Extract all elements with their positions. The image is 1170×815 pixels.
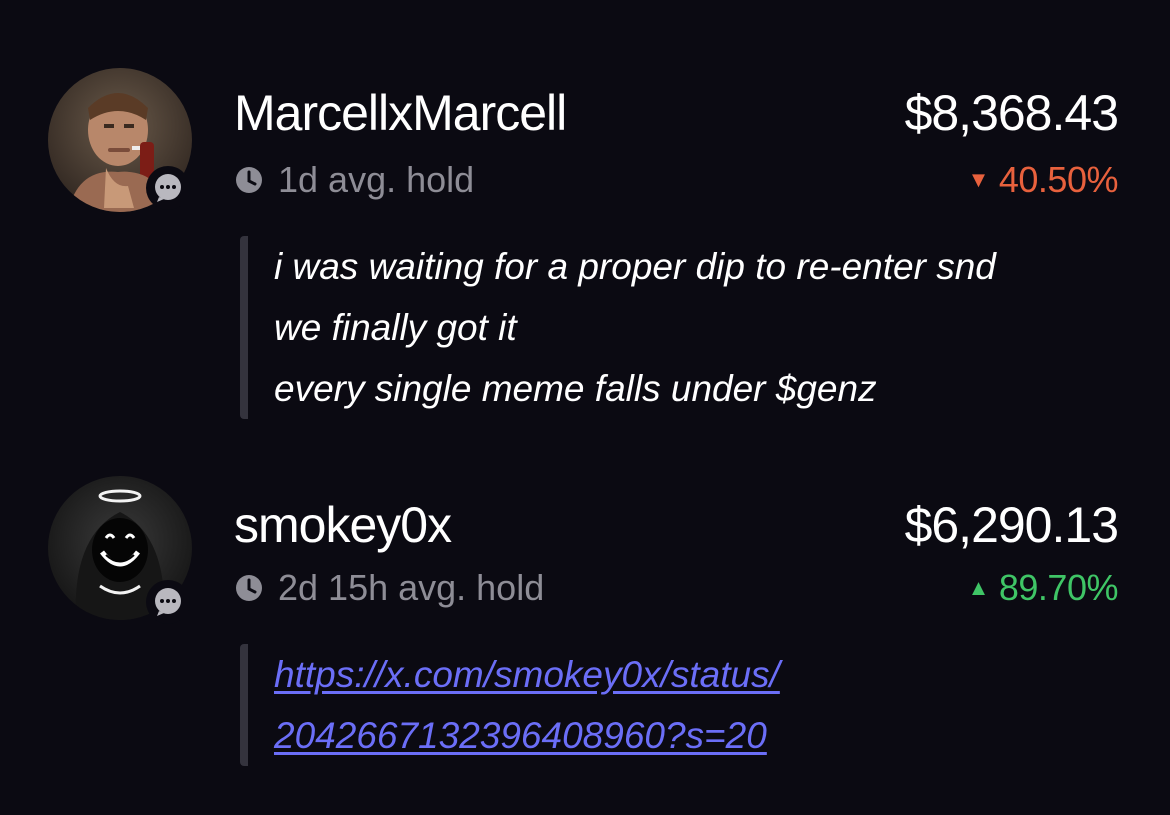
comment-link[interactable]: 2042667132396408960?s=20 — [274, 705, 780, 766]
username[interactable]: smokey0x — [234, 500, 452, 550]
avg-hold-text: 2d 15h avg. hold — [278, 567, 545, 608]
comment-line: we finally got it — [274, 307, 517, 348]
avg-hold: 2d 15h avg. hold — [234, 570, 544, 606]
triangle-down-icon: ▼ — [967, 167, 990, 192]
comment-quote: i was waiting for a proper dip to re-ent… — [240, 236, 996, 419]
comment-quote: https://x.com/smokey0x/status/ 204266713… — [240, 644, 780, 766]
pnl-change-value: 89.70% — [998, 567, 1119, 608]
clock-icon — [234, 573, 264, 603]
clock-icon — [234, 165, 264, 195]
comment-link[interactable]: https://x.com/smokey0x/status/ — [274, 644, 780, 705]
pnl-change: ▲ 89.70% — [967, 567, 1119, 608]
position-value: $8,368.43 — [904, 85, 1119, 141]
chat-bubble-icon[interactable] — [146, 580, 190, 624]
chat-bubble-icon[interactable] — [146, 166, 190, 210]
position-value: $6,290.13 — [904, 497, 1119, 553]
triangle-up-icon: ▲ — [967, 575, 990, 600]
username[interactable]: MarcellxMarcell — [234, 88, 567, 138]
holders-feed: MarcellxMarcell $8,368.43 1d avg. hold ▼… — [0, 0, 1170, 815]
avg-hold-text: 1d avg. hold — [278, 159, 475, 200]
comment-line: i was waiting for a proper dip to re-ent… — [274, 246, 996, 287]
pnl-change: ▼ 40.50% — [967, 159, 1119, 200]
pnl-change-value: 40.50% — [998, 159, 1119, 200]
avg-hold: 1d avg. hold — [234, 162, 474, 198]
comment-line: every single meme falls under $genz — [274, 368, 877, 409]
